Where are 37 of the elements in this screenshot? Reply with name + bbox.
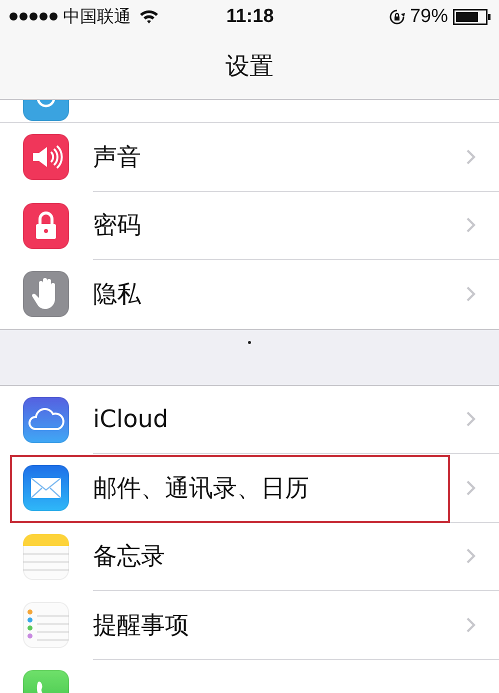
chevron-icon [466, 148, 476, 165]
wifi-icon [139, 9, 159, 24]
cloud-icon [23, 396, 69, 443]
checklist-icon [23, 602, 69, 648]
chevron-icon [466, 548, 476, 564]
row-label: 邮件、通讯录、日历 [93, 472, 309, 504]
envelope-icon [23, 465, 69, 512]
row-label: 声音 [93, 142, 141, 173]
settings-row[interactable]: 备忘录 [0, 522, 499, 591]
row-label: 备忘录 [93, 541, 165, 572]
status-time: 11:18 [226, 6, 274, 28]
row-label: iCloud [93, 405, 168, 434]
settings-row[interactable]: 声音 [0, 123, 499, 192]
row-label: 密码 [93, 210, 141, 242]
chevron-icon [466, 286, 476, 302]
settings-row[interactable]: 邮件、通讯录、日历 [0, 454, 499, 522]
hand-icon [23, 271, 69, 318]
settings-row[interactable]: iCloud [0, 386, 499, 454]
chevron-icon [466, 217, 476, 234]
notepad-icon [23, 534, 69, 580]
nav-title: 设置 [226, 51, 274, 82]
chevron-icon [466, 616, 476, 633]
settings-row[interactable]: 隐私 [0, 260, 499, 328]
signal-icon [9, 12, 59, 21]
dot-mark [248, 340, 251, 344]
battery-icon [452, 8, 491, 24]
row-label: 提醒事项 [93, 610, 189, 641]
settings-row[interactable]: 提醒事项 [0, 591, 499, 660]
battery-percent: 79% [410, 6, 448, 28]
chevron-icon [466, 480, 476, 496]
settings-row[interactable]: 密码 [0, 192, 499, 260]
speaker-icon [23, 134, 69, 180]
chevron-icon [466, 411, 476, 428]
row-label: 隐私 [93, 279, 141, 310]
lock-icon [23, 202, 69, 249]
carrier-name: 中国联通 [63, 6, 131, 28]
rotation-lock-icon [388, 8, 405, 24]
